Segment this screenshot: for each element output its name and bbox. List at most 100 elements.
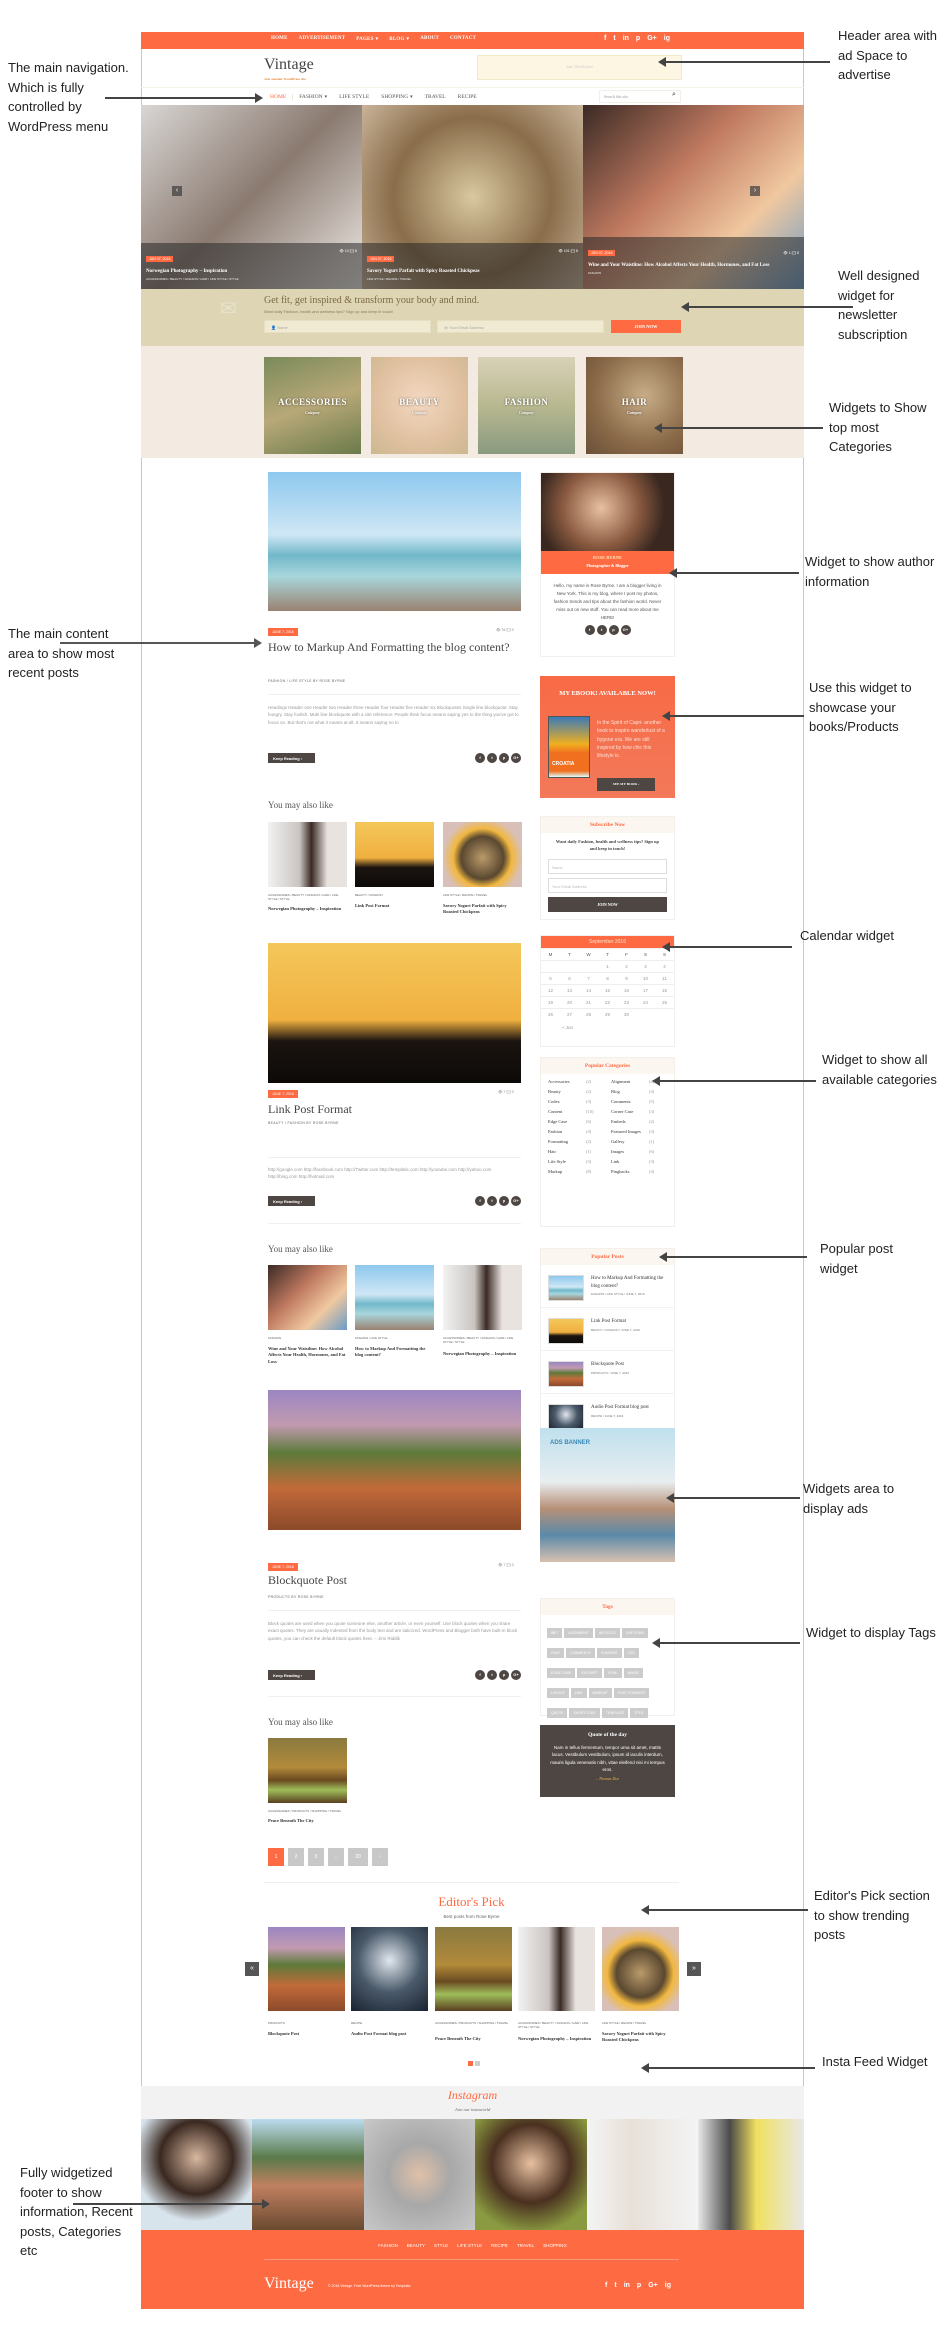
instagram-photo[interactable]: [252, 2119, 364, 2230]
tag[interactable]: MARKUP: [588, 1688, 612, 1698]
facebook-icon[interactable]: f: [584, 625, 595, 636]
post-title[interactable]: Link Post Format: [268, 1102, 521, 1118]
footer-menu-item[interactable]: SHOPPING: [543, 2243, 567, 2248]
tag[interactable]: EXCERPT: [577, 1668, 602, 1678]
related-thumb[interactable]: [443, 822, 522, 887]
nav-life-style[interactable]: LIFE STYLE: [333, 94, 375, 100]
tag[interactable]: CHAT: [547, 1648, 565, 1658]
editors-pick-title-link[interactable]: Peace Beneath The City: [435, 2036, 511, 2042]
linkedin-icon[interactable]: in: [623, 35, 629, 42]
post-title[interactable]: Blockquote Post: [268, 1573, 521, 1589]
related-thumb[interactable]: [268, 822, 347, 887]
editors-pick-image[interactable]: [602, 1927, 679, 2011]
twitter-icon[interactable]: t: [596, 625, 607, 636]
editors-pick-image[interactable]: [435, 1927, 512, 2011]
editors-pick-title-link[interactable]: Audio Post Format blog post: [351, 2031, 427, 2037]
pinterest-icon[interactable]: p: [499, 1196, 509, 1206]
instagram-photo[interactable]: [587, 2119, 698, 2230]
hero-slide[interactable]: JUN 07, 2016 Savory Yogurt Parfait with …: [362, 105, 583, 289]
tag[interactable]: POST FORMATS: [613, 1688, 649, 1698]
post-title[interactable]: How to Markup And Formatting the blog co…: [268, 640, 521, 656]
calendar-day[interactable]: 18: [655, 984, 674, 997]
facebook-icon[interactable]: f: [475, 753, 485, 763]
calendar-day[interactable]: 17: [636, 984, 655, 997]
calendar-day[interactable]: 8: [598, 972, 617, 985]
calendar-day[interactable]: 2: [617, 960, 636, 973]
header-ad-space[interactable]: Ads 728x90 pixel: [477, 55, 682, 80]
editors-pick-image[interactable]: [351, 1927, 428, 2011]
calendar-day[interactable]: 19: [541, 996, 560, 1009]
calendar-day[interactable]: 13: [560, 984, 579, 997]
newsletter-name-input[interactable]: 👤 Name: [264, 320, 431, 333]
related-title[interactable]: Savory Yogurt Parfait with Spicy Roasted…: [443, 903, 522, 916]
category-item[interactable]: Hair (1): [548, 1149, 611, 1154]
popular-post-item[interactable]: Link Post Format BEAUTY / FASHION / JUNE …: [541, 1308, 674, 1351]
category-item[interactable]: Accessories (2): [548, 1079, 611, 1084]
calendar-day[interactable]: 1: [598, 960, 617, 973]
ad-banner[interactable]: ADS BANNER: [540, 1428, 675, 1562]
tag[interactable]: CSS: [623, 1648, 639, 1658]
calendar-day[interactable]: 21: [579, 996, 598, 1009]
category-item[interactable]: Blog (4): [611, 1089, 674, 1094]
google-plus-icon[interactable]: G+: [620, 625, 631, 636]
category-tile-fashion[interactable]: FASHION Category: [478, 357, 575, 454]
calendar-day[interactable]: 28: [579, 1008, 598, 1021]
tag[interactable]: SHORTCODE: [569, 1708, 600, 1718]
pagination-item[interactable]: ...: [328, 1848, 344, 1866]
related-thumb[interactable]: [268, 1738, 347, 1803]
instagram-photo[interactable]: [698, 2119, 804, 2230]
related-thumb[interactable]: [355, 822, 434, 887]
instagram-photo[interactable]: [364, 2119, 475, 2230]
editors-pick-title-link[interactable]: Norwegian Photography – Inspiration: [518, 2036, 594, 2042]
category-tile-accessories[interactable]: ACCESSORIES Category: [264, 357, 361, 454]
search-input[interactable]: Search this site: [599, 90, 681, 103]
calendar-day[interactable]: 20: [560, 996, 579, 1009]
calendar-day[interactable]: 29: [598, 1008, 617, 1021]
newsletter-join-button[interactable]: JOIN NOW: [611, 320, 681, 333]
hero-title[interactable]: Wine and Your Waistline: How Alcohol Aff…: [588, 262, 799, 269]
google-plus-icon[interactable]: G+: [511, 1670, 521, 1680]
hero-slide[interactable]: JUN 07, 2016 Norwegian Photography – Ins…: [141, 105, 362, 289]
category-item[interactable]: Beauty (2): [548, 1089, 611, 1094]
nav-fashion[interactable]: FASHION ▾: [293, 94, 333, 100]
facebook-icon[interactable]: f: [604, 35, 606, 42]
category-item[interactable]: Embeds (2): [611, 1119, 674, 1124]
keep-reading-button[interactable]: Keep Reading ›: [268, 1670, 315, 1680]
facebook-icon[interactable]: f: [475, 1670, 485, 1680]
twitter-icon[interactable]: t: [487, 1196, 497, 1206]
category-item[interactable]: Link (3): [611, 1159, 674, 1164]
popular-post-item[interactable]: Blockquote Post PRODUCTS / JUNE 7, 2016: [541, 1351, 674, 1394]
linkedin-icon[interactable]: in: [624, 2282, 630, 2289]
footer-menu-item[interactable]: TRAVEL: [517, 2243, 534, 2248]
see-my-book-button[interactable]: SEE MY BOOK ›: [597, 778, 655, 791]
post-image[interactable]: [268, 1390, 521, 1530]
nav-recipe[interactable]: RECIPE: [452, 94, 483, 100]
carousel-dot-active[interactable]: [468, 2061, 473, 2066]
footer-menu-item[interactable]: RECIPE: [491, 2243, 508, 2248]
popular-post-title[interactable]: Audio Post Format blog post: [591, 1404, 649, 1412]
carousel-next-icon[interactable]: »: [687, 1962, 701, 1976]
category-item[interactable]: Formatting (2): [548, 1139, 611, 1144]
footer-menu-item[interactable]: LIFE STYLE: [457, 2243, 482, 2248]
pagination-item[interactable]: ›: [372, 1848, 388, 1866]
instagram-icon[interactable]: ig: [664, 35, 670, 42]
calendar-day[interactable]: 16: [617, 984, 636, 997]
related-thumb[interactable]: [355, 1265, 434, 1330]
twitter-icon[interactable]: t: [487, 1670, 497, 1680]
calendar-day[interactable]: 12: [541, 984, 560, 997]
hero-next-arrow-icon[interactable]: ›: [750, 186, 760, 196]
top-menu-home[interactable]: HOME: [271, 36, 288, 42]
related-title[interactable]: Wine and Your Waistline: How Alcohol Aff…: [268, 1346, 347, 1365]
carousel-prev-icon[interactable]: «: [245, 1962, 259, 1976]
calendar-day[interactable]: 26: [541, 1008, 560, 1021]
pinterest-icon[interactable]: p: [636, 35, 640, 42]
subscribe-join-button[interactable]: JOIN NOW: [548, 896, 667, 912]
pinterest-icon[interactable]: p: [499, 753, 509, 763]
nav-travel[interactable]: TRAVEL: [419, 94, 452, 100]
newsletter-email-input[interactable]: @ Your Email Address: [437, 320, 604, 333]
category-item[interactable]: Images (6): [611, 1149, 674, 1154]
editors-pick-title-link[interactable]: Blockquote Post: [268, 2031, 344, 2037]
tag[interactable]: COMMENTS: [566, 1648, 595, 1658]
footer-menu-item[interactable]: BEAUTY: [407, 2243, 425, 2248]
footer-menu-item[interactable]: FASHION: [378, 2243, 398, 2248]
